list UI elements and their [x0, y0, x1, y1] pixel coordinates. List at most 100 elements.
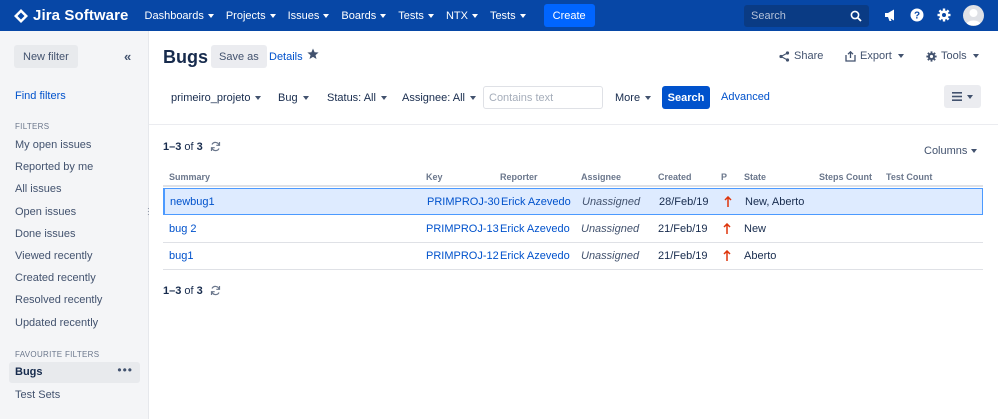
assignee-cell: Unassigned	[582, 196, 641, 208]
sidebar-item-label: Bugs	[15, 366, 43, 378]
megaphone-icon[interactable]	[884, 8, 898, 22]
created-cell: 28/Feb/19	[659, 196, 709, 208]
chevron-down-icon	[323, 13, 330, 18]
table-row[interactable]: newbug1 PRIMPROJ-30 Erick Azevedo Unassi…	[163, 188, 983, 215]
filters-heading: FILTERS	[15, 122, 50, 131]
table-row[interactable]: bug 2 PRIMPROJ-13 Erick Azevedo Unassign…	[163, 216, 983, 243]
state-cell: New	[744, 223, 767, 235]
assignee-cell: Unassigned	[581, 223, 640, 235]
issue-key-link[interactable]: PRIMPROJ-30	[427, 196, 500, 208]
nav-tests-2[interactable]: Tests	[484, 0, 532, 31]
star-icon[interactable]	[307, 48, 319, 60]
nav-tests[interactable]: Tests	[392, 0, 440, 31]
chevron-down-icon	[519, 13, 526, 18]
chevron-down-icon	[207, 13, 214, 18]
chevron-down-icon	[469, 96, 476, 100]
sidebar-item-reported-by-me[interactable]: Reported by me	[15, 161, 93, 173]
project-filter[interactable]: primeiro_projeto	[171, 92, 262, 104]
details-link[interactable]: Details	[269, 51, 303, 63]
advanced-search-link[interactable]: Advanced	[721, 91, 770, 103]
chevron-down-icon	[897, 54, 904, 58]
issue-summary-link[interactable]: newbug1	[170, 196, 215, 208]
chevron-down-icon	[972, 54, 979, 58]
nav-projects[interactable]: Projects	[220, 0, 282, 31]
top-navigation: Jira Software Dashboards Projects Issues…	[0, 0, 998, 31]
column-header-reporter[interactable]: Reporter	[500, 172, 538, 182]
svg-text:?: ?	[914, 11, 920, 22]
export-button[interactable]: Export	[845, 50, 904, 62]
columns-button[interactable]: Columns	[924, 145, 978, 157]
reporter-link[interactable]: Erick Azevedo	[500, 223, 570, 235]
assignee-filter[interactable]: Assignee: All	[402, 92, 476, 104]
column-header-steps-count[interactable]: Steps Count	[819, 172, 872, 182]
column-header-priority[interactable]: P	[721, 172, 727, 182]
chevron-down-icon	[380, 96, 387, 100]
sidebar-item-done-issues[interactable]: Done issues	[15, 228, 76, 240]
column-header-assignee[interactable]: Assignee	[581, 172, 621, 182]
search-button[interactable]: Search	[662, 86, 710, 109]
find-filters-link[interactable]: Find filters	[15, 90, 66, 102]
issue-key-link[interactable]: PRIMPROJ-13	[426, 223, 499, 235]
export-icon	[845, 50, 856, 62]
sidebar-resize-handle[interactable]: · · ·	[147, 205, 150, 219]
status-filter[interactable]: Status: All	[327, 92, 387, 104]
column-header-summary[interactable]: Summary	[169, 172, 210, 182]
sidebar: New filter « Find filters FILTERS My ope…	[0, 31, 149, 419]
column-header-state[interactable]: State	[744, 172, 766, 182]
view-options-button[interactable]	[944, 85, 981, 108]
sidebar-item-test-sets[interactable]: Test Sets	[15, 389, 60, 401]
share-icon	[779, 50, 790, 62]
settings-icon[interactable]	[937, 8, 951, 22]
issue-summary-link[interactable]: bug1	[169, 250, 193, 262]
app-name: Jira Software	[33, 7, 129, 24]
chevron-down-icon	[380, 13, 387, 18]
jira-logo-icon	[14, 8, 28, 23]
sidebar-item-my-open-issues[interactable]: My open issues	[15, 139, 91, 151]
issue-key-link[interactable]: PRIMPROJ-12	[426, 250, 499, 262]
save-as-button[interactable]: Save as	[211, 45, 267, 68]
gear-icon	[926, 50, 937, 62]
new-filter-button[interactable]: New filter	[14, 45, 78, 68]
chevron-down-icon	[269, 13, 276, 18]
table-row[interactable]: bug1 PRIMPROJ-12 Erick Azevedo Unassigne…	[163, 243, 983, 270]
column-header-test-count[interactable]: Test Count	[886, 172, 932, 182]
user-avatar[interactable]	[963, 5, 984, 26]
results-count-footer: 1–3 of 3	[163, 285, 221, 297]
nav-issues[interactable]: Issues	[282, 0, 336, 31]
issue-summary-link[interactable]: bug 2	[169, 223, 197, 235]
sidebar-item-resolved-recently[interactable]: Resolved recently	[15, 294, 102, 306]
tools-button[interactable]: Tools	[926, 50, 979, 62]
refresh-icon[interactable]	[210, 141, 221, 152]
favourite-filters-heading: FAVOURITE FILTERS	[15, 350, 100, 359]
nav-dashboards[interactable]: Dashboards	[139, 0, 220, 31]
help-icon[interactable]: ?	[910, 8, 924, 22]
table-header: Summary Key Reporter Assignee Created P …	[163, 170, 983, 187]
sidebar-item-open-issues[interactable]: Open issues	[15, 206, 76, 218]
type-filter[interactable]: Bug	[278, 92, 309, 104]
refresh-icon[interactable]	[210, 285, 221, 296]
sidebar-item-created-recently[interactable]: Created recently	[15, 272, 96, 284]
column-header-key[interactable]: Key	[426, 172, 443, 182]
more-options-icon[interactable]: •••	[117, 363, 133, 377]
sidebar-item-updated-recently[interactable]: Updated recently	[15, 317, 98, 329]
chevron-down-icon	[302, 96, 309, 100]
app-logo[interactable]: Jira Software	[14, 7, 129, 24]
sidebar-item-viewed-recently[interactable]: Viewed recently	[15, 250, 92, 262]
sidebar-item-all-issues[interactable]: All issues	[15, 183, 61, 195]
nav-ntx[interactable]: NTX	[440, 0, 484, 31]
search-input[interactable]: Search	[744, 5, 869, 27]
sidebar-item-bugs[interactable]: Bugs •••	[9, 362, 140, 383]
more-filter[interactable]: More	[615, 92, 652, 104]
share-button[interactable]: Share	[779, 50, 823, 62]
collapse-sidebar-icon[interactable]: «	[124, 49, 131, 64]
nav-boards[interactable]: Boards	[335, 0, 392, 31]
assignee-cell: Unassigned	[581, 250, 640, 262]
column-header-created[interactable]: Created	[658, 172, 692, 182]
reporter-link[interactable]: Erick Azevedo	[500, 250, 570, 262]
results-count: 1–3 of 3	[163, 141, 221, 153]
chevron-down-icon	[967, 94, 973, 99]
create-button[interactable]: Create	[543, 4, 595, 27]
contains-text-input[interactable]: Contains text	[483, 86, 603, 109]
chevron-down-icon	[471, 13, 478, 18]
reporter-link[interactable]: Erick Azevedo	[501, 196, 571, 208]
